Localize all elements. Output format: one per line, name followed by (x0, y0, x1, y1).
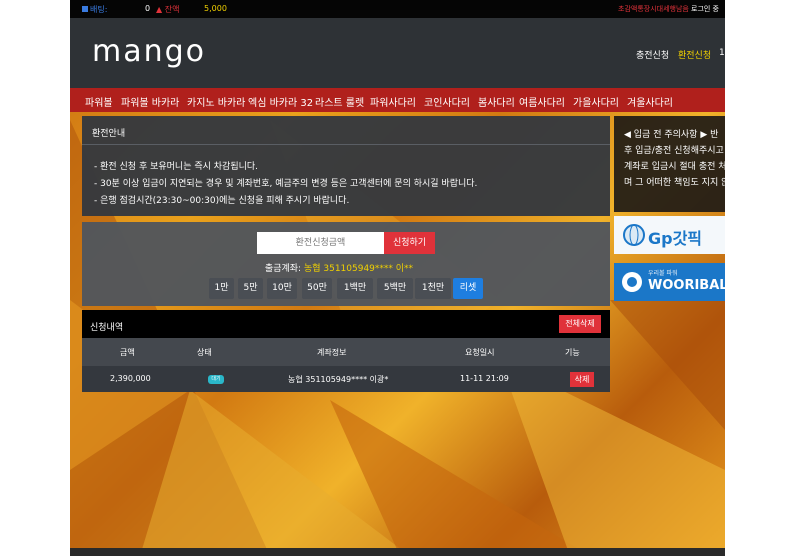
betting-value: 0 (145, 4, 151, 13)
menu-item-exim-baccarat[interactable]: 엑심 바카라 32 (248, 94, 313, 109)
site-logo[interactable]: mango (92, 34, 206, 69)
history-header: 신청내역 전체삭제 (82, 310, 610, 338)
cash-icon: ▲ (156, 5, 163, 14)
row-date: 11-11 21:09 (460, 374, 509, 383)
menu-item-coin-ladder[interactable]: 코인사다리 (424, 94, 470, 109)
table-row: 2,390,000 대기 농협 351105949**** 이광* 11-11 … (82, 366, 610, 392)
notice-line: - 30분 이상 입금이 지연되는 경우 및 계좌번호, 예금주의 변경 등은 … (94, 179, 478, 189)
game-menu: 파워볼 파워볼 바카라 카지노 바카라 엑심 바카라 32 라스트 룰렛 파워사… (70, 88, 725, 112)
row-amount: 2,390,000 (110, 374, 151, 383)
column-header: 금액 (120, 348, 135, 357)
column-header: 기능 (565, 348, 580, 357)
deposit-warning-panel: ◀ 입금 전 주의사항 ▶ 반 후 입금/충전 신청해주시고 계좌로 입금시 절… (614, 116, 725, 212)
amount-reset-button[interactable]: 리셋 (453, 278, 483, 299)
amount-500k-button[interactable]: 50만 (302, 278, 332, 299)
marquee-notice: 초감액통장시대세행남음 (618, 5, 689, 13)
betting-icon (82, 6, 88, 12)
amount-10m-button[interactable]: 1천만 (415, 278, 451, 299)
menu-item-power-ladder[interactable]: 파워사다리 (370, 94, 416, 109)
wooriball-text: WOORIBALL (648, 278, 725, 293)
amount-5m-button[interactable]: 5백만 (377, 278, 413, 299)
notice-line: - 환전 신청 후 보유머니는 즉시 차감됩니다. (94, 162, 259, 172)
menu-item-powerball[interactable]: 파워볼 (85, 94, 113, 109)
menu-item-summer-ladder[interactable]: 여름사다리 (519, 94, 565, 109)
exchange-info-title: 환전안내 (92, 129, 126, 139)
status-badge: 대기 (208, 375, 224, 384)
column-header: 상태 (197, 348, 212, 357)
nav-support[interactable]: 1: (719, 48, 725, 58)
exchange-info-panel: 환전안내 - 환전 신청 후 보유머니는 즉시 차감됩니다. - 30분 이상 … (82, 116, 610, 216)
warning-line: ◀ 입금 전 주의사항 ▶ 반 (624, 130, 719, 140)
account-value: 농협 351105949**** 이** (303, 264, 414, 274)
amount-10k-button[interactable]: 1만 (209, 278, 234, 299)
gp-globe-icon (623, 224, 645, 246)
amount-100k-button[interactable]: 10만 (267, 278, 297, 299)
nav-deposit[interactable]: 충전신청 (636, 48, 669, 61)
delete-all-button[interactable]: 전체삭제 (559, 315, 601, 333)
amount-1m-button[interactable]: 1백만 (337, 278, 373, 299)
history-table-header: 금액 상태 계좌정보 요청일시 기능 (82, 338, 610, 366)
apply-button[interactable]: 신청하기 (384, 232, 435, 254)
row-account: 농협 351105949**** 이광* (288, 375, 389, 384)
bottom-strip (70, 548, 725, 556)
divider (82, 144, 610, 145)
gp-banner-text: Gp갓픽 (648, 229, 703, 248)
withdraw-amount-input[interactable] (257, 232, 384, 254)
menu-item-last-roulette[interactable]: 라스트 룰렛 (315, 94, 364, 109)
cash-label: 잔액 (164, 5, 180, 14)
withdraw-account: 출금계좌: 농협 351105949**** 이** (70, 261, 608, 274)
column-header: 계좌정보 (317, 348, 347, 357)
menu-item-autumn-ladder[interactable]: 가을사다리 (573, 94, 619, 109)
wooriball-small-text: 우리볼 파워 (648, 270, 678, 277)
menu-item-winter-ladder[interactable]: 겨울사다리 (627, 94, 673, 109)
site-header: mango 충전신청 환전신청 1: (70, 18, 725, 88)
wooriball-logo-icon (622, 272, 642, 292)
amount-50k-button[interactable]: 5만 (238, 278, 263, 299)
row-delete-button[interactable]: 삭제 (570, 372, 594, 387)
notice-line: - 은행 점검시간(23:30~00:30)에는 신청을 피해 주시기 바랍니다… (94, 196, 350, 206)
gp-banner[interactable]: Gp갓픽 (614, 216, 725, 254)
history-title: 신청내역 (90, 323, 124, 333)
wooriball-banner[interactable]: 우리볼 파워 WOORIBALL (614, 263, 725, 301)
cash-value: 5,000 (204, 4, 227, 13)
menu-item-spring-ladder[interactable]: 봄사다리 (478, 94, 515, 109)
page-background: 배팅: 0 ▲ 잔액 5,000 초감액통장시대세행남음 로그인 중 mango… (70, 0, 725, 556)
menu-item-casino-baccarat[interactable]: 카지노 바카라 (187, 94, 245, 109)
top-status-bar: 배팅: 0 ▲ 잔액 5,000 초감액통장시대세행남음 로그인 중 (70, 0, 725, 18)
logout-link[interactable]: 로그인 중 (691, 4, 719, 14)
column-header: 요청일시 (465, 348, 495, 357)
warning-line: 며 그 어떠한 책임도 지지 않 (624, 178, 725, 188)
warning-line: 계좌로 입금시 절대 충전 처 (624, 162, 725, 172)
betting-label: 배팅: (90, 5, 108, 14)
menu-item-powerball-baccarat[interactable]: 파워볼 바카라 (121, 94, 179, 109)
nav-withdraw[interactable]: 환전신청 (678, 48, 711, 61)
account-label: 출금계좌: (264, 264, 302, 274)
warning-line: 후 입금/충전 신청해주시고 (624, 146, 724, 156)
